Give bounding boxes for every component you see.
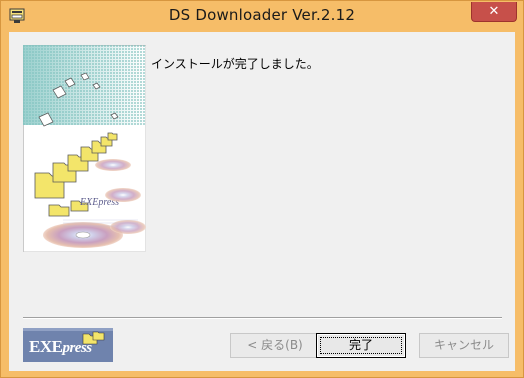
back-button[interactable]: < 戻る(B): [230, 333, 320, 358]
dialog-client-area: EXEpress インストールが完了しました。 EXEpress < 戻る(B)…: [9, 32, 515, 371]
installer-artwork: EXEpress: [23, 45, 146, 252]
finish-button[interactable]: 完了: [316, 333, 406, 358]
title-bar[interactable]: DS Downloader Ver.2.12 ✕: [1, 1, 523, 32]
installer-window: DS Downloader Ver.2.12 ✕ EXEpress インストール…: [0, 0, 524, 378]
separator: [23, 317, 502, 319]
completion-message: インストールが完了しました。: [151, 57, 319, 71]
focus-ring: [320, 337, 402, 354]
window-title: DS Downloader Ver.2.12: [168, 6, 356, 24]
cancel-button[interactable]: キャンセル: [419, 333, 509, 358]
installer-side-image: EXEpress: [23, 45, 146, 252]
exepress-logo: EXEpress: [23, 328, 113, 362]
logo-text: EXEpress: [29, 337, 92, 356]
close-icon: ✕: [488, 4, 500, 19]
close-button[interactable]: ✕: [471, 2, 517, 22]
